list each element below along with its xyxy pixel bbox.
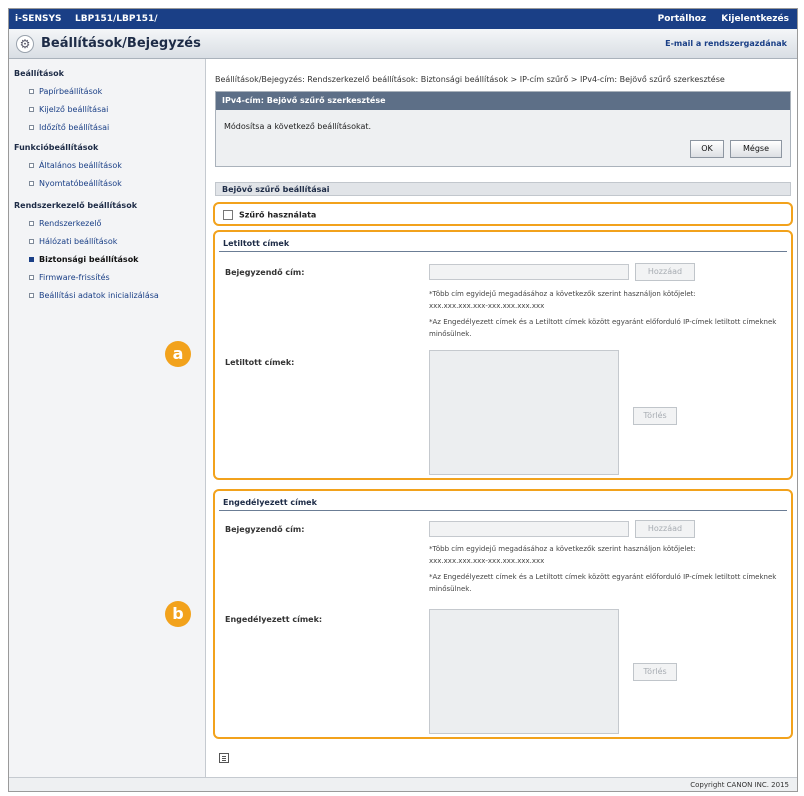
sidebar-item-paper[interactable]: Papírbeállítások — [29, 87, 102, 96]
brand-logo: i-SENSYS — [15, 14, 62, 24]
bullet-icon — [29, 107, 34, 112]
top-bar: i-SENSYS LBP151/LBP151/ Portálhoz Kijele… — [9, 9, 797, 29]
bullet-icon — [29, 275, 34, 280]
blocked-addresses-group: Letiltott címek Bejegyzendő cím: Hozzáad… — [215, 232, 791, 478]
blocked-group-title: Letiltott címek — [219, 236, 787, 252]
allowed-add-button[interactable]: Hozzáad — [635, 520, 695, 538]
allowed-register-label: Bejegyzendő cím: — [225, 525, 305, 534]
sidebar-item-firmware[interactable]: Firmware-frissítés — [29, 273, 110, 282]
edit-panel: IPv4-cím: Bejövő szűrő szerkesztése Módo… — [215, 91, 791, 167]
sidebar-item-timer[interactable]: Időzítő beállításai — [29, 123, 109, 132]
use-filter-checkbox[interactable] — [223, 210, 233, 220]
bullet-icon — [29, 163, 34, 168]
allowed-address-input[interactable] — [429, 521, 629, 537]
bullet-icon — [29, 221, 34, 226]
sidebar-item-display[interactable]: Kijelző beállításai — [29, 105, 108, 114]
blocked-address-list[interactable] — [429, 350, 619, 475]
blocked-address-input[interactable] — [429, 264, 629, 280]
sidebar-section-system[interactable]: Rendszerkezelő beállítások — [14, 201, 137, 210]
document-list-icon[interactable] — [219, 753, 229, 763]
cancel-button[interactable]: Mégse — [730, 140, 782, 158]
sidebar-item-general[interactable]: Általános beállítások — [29, 161, 122, 170]
blocked-register-label: Bejegyzendő cím: — [225, 268, 305, 277]
allowed-group-title: Engedélyezett címek — [219, 495, 787, 511]
sidebar-item-security[interactable]: Biztonsági beállítások — [29, 255, 139, 264]
title-bar: ⚙ Beállítások/Bejegyzés E-mail a rendsze… — [9, 29, 797, 59]
use-filter-label: Szűrő használata — [239, 210, 317, 220]
copyright-text: Copyright CANON INC. 2015 — [690, 781, 789, 789]
blocked-note-priority: *Az Engedélyezett címek és a Letiltott c… — [429, 318, 777, 338]
bullet-icon — [29, 257, 34, 262]
use-filter-row[interactable]: Szűrő használata — [223, 210, 316, 220]
blocked-list-label: Letiltott címek: — [225, 358, 295, 367]
callout-a-badge: a — [165, 341, 191, 367]
logout-link[interactable]: Kijelentkezés — [721, 14, 789, 24]
bullet-icon — [29, 125, 34, 130]
allowed-note-range: *Több cím egyidejű megadásához a követke… — [429, 545, 696, 565]
bullet-icon — [29, 239, 34, 244]
edit-panel-title: IPv4-cím: Bejövő szűrő szerkesztése — [216, 92, 790, 110]
blocked-add-button[interactable]: Hozzáad — [635, 263, 695, 281]
bullet-icon — [29, 181, 34, 186]
allowed-list-label: Engedélyezett címek: — [225, 615, 323, 624]
footer: Copyright CANON INC. 2015 — [9, 777, 797, 791]
breadcrumb: Beállítások/Bejegyzés: Rendszerkezelő be… — [215, 75, 725, 84]
sidebar-item-init[interactable]: Beállítási adatok inicializálása — [29, 291, 159, 300]
blocked-delete-button[interactable]: Törlés — [633, 407, 677, 425]
page-title: Beállítások/Bejegyzés — [41, 36, 201, 51]
allowed-address-list[interactable] — [429, 609, 619, 734]
main-content: Beállítások/Bejegyzés: Rendszerkezelő be… — [207, 59, 797, 779]
edit-message: Módosítsa a következő beállításokat. — [224, 122, 372, 131]
bullet-icon — [29, 89, 34, 94]
settings-gear-icon: ⚙ — [16, 35, 34, 53]
portal-link[interactable]: Portálhoz — [658, 14, 707, 24]
filter-section-header: Bejövő szűrő beállításai — [215, 182, 791, 196]
sidebar-item-printer[interactable]: Nyomtatóbeállítások — [29, 179, 122, 188]
model-name: LBP151/LBP151/ — [75, 14, 158, 24]
ok-button[interactable]: OK — [690, 140, 724, 158]
mail-admin-link[interactable]: E-mail a rendszergazdának — [665, 39, 787, 48]
sidebar-section-functions[interactable]: Funkcióbeállítások — [14, 143, 98, 152]
blocked-note-range: *Több cím egyidejű megadásához a követke… — [429, 290, 696, 310]
bullet-icon — [29, 293, 34, 298]
callout-b-badge: b — [165, 601, 191, 627]
sidebar-item-network[interactable]: Hálózati beállítások — [29, 237, 117, 246]
allowed-note-priority: *Az Engedélyezett címek és a Letiltott c… — [429, 573, 777, 593]
sidebar-section-settings[interactable]: Beállítások — [14, 69, 64, 78]
sidebar: Beállítások Papírbeállítások Kijelző beá… — [9, 59, 206, 779]
sidebar-item-admin[interactable]: Rendszerkezelő — [29, 219, 101, 228]
browser-frame: i-SENSYS LBP151/LBP151/ Portálhoz Kijele… — [8, 8, 798, 792]
allowed-addresses-group: Engedélyezett címek Bejegyzendő cím: Hoz… — [215, 491, 791, 737]
allowed-delete-button[interactable]: Törlés — [633, 663, 677, 681]
